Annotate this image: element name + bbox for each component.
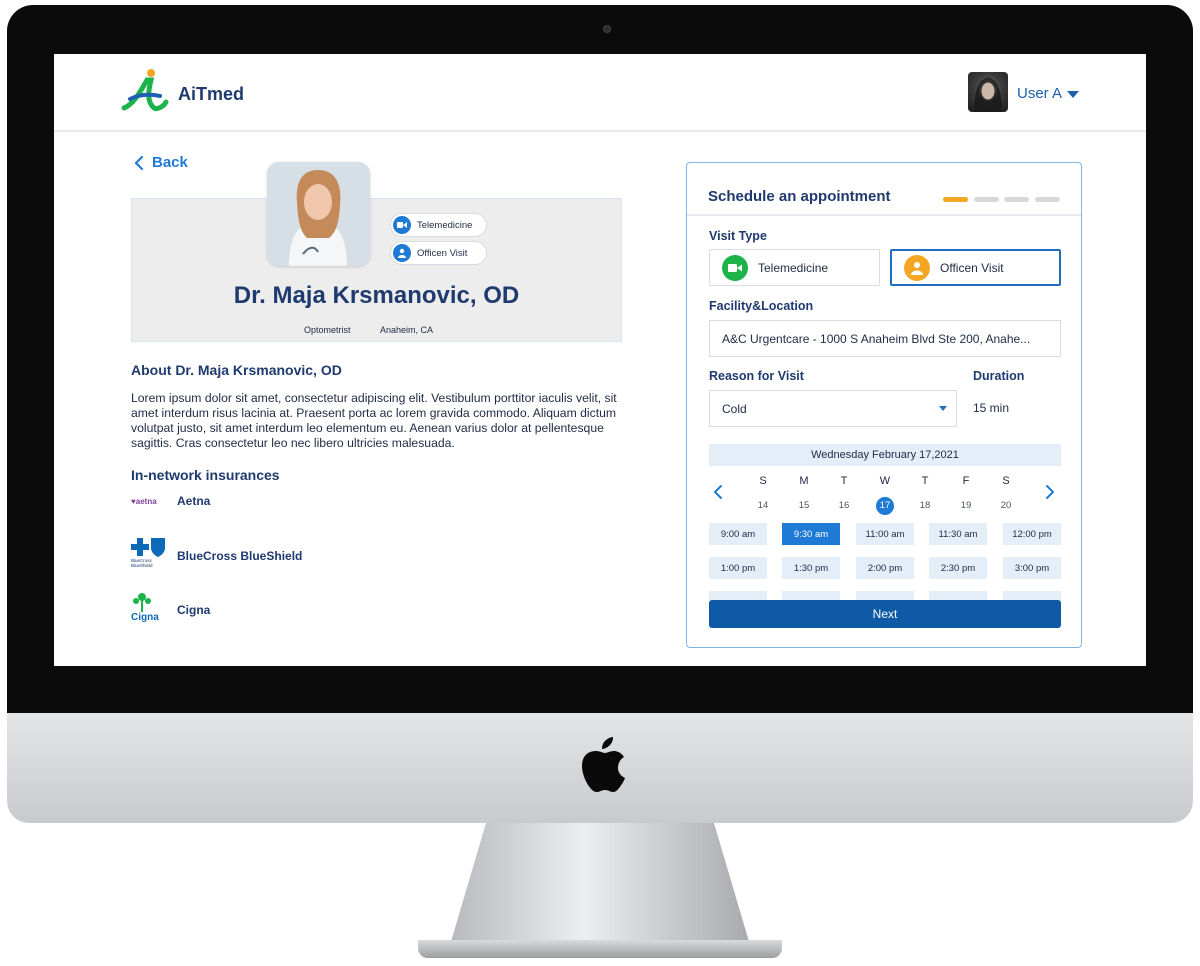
visit-type-label: Visit Type bbox=[709, 229, 767, 243]
reason-label: Reason for Visit bbox=[709, 369, 804, 383]
doctor-specialty: Optometrist bbox=[304, 325, 351, 335]
bcbs-cross-shield-icon bbox=[131, 538, 165, 557]
step-indicator-3 bbox=[1004, 197, 1029, 202]
top-bar: AiTmed User A bbox=[54, 54, 1146, 132]
back-label: Back bbox=[152, 154, 188, 171]
camera-icon bbox=[603, 25, 611, 33]
step-indicator-4 bbox=[1035, 197, 1060, 202]
aitmed-logo-icon bbox=[121, 69, 169, 111]
time-slot[interactable]: 12:00 pm bbox=[1003, 523, 1061, 545]
calendar-day-selected[interactable]: 17 bbox=[876, 497, 894, 515]
telemedicine-badge-label: Telemedicine bbox=[417, 219, 473, 231]
time-slot-partial[interactable] bbox=[929, 591, 987, 600]
avatar-image bbox=[974, 78, 1002, 112]
time-slot-partial[interactable] bbox=[709, 591, 767, 600]
weekday-label: W bbox=[879, 475, 891, 487]
calendar-day[interactable]: 19 bbox=[954, 497, 978, 515]
bcbs-logo: BlueCross BlueShield bbox=[131, 538, 171, 574]
about-text: Lorem ipsum dolor sit amet, consectetur … bbox=[131, 391, 617, 450]
time-slot-partial[interactable] bbox=[856, 591, 914, 600]
calendar-day[interactable]: 20 bbox=[994, 497, 1018, 515]
step-indicator-2 bbox=[974, 197, 999, 202]
reason-for-visit-select[interactable]: Cold bbox=[709, 390, 957, 427]
time-slot-selected[interactable]: 9:30 am bbox=[782, 523, 840, 545]
insurance-item-aetna: ♥ aetna Aetna bbox=[131, 483, 210, 519]
doctor-person-icon bbox=[904, 254, 930, 281]
apple-logo-icon bbox=[582, 737, 625, 792]
time-slot-partial[interactable] bbox=[1003, 591, 1061, 600]
chevron-left-icon bbox=[134, 155, 144, 170]
telemedicine-badge: Telemedicine bbox=[390, 213, 487, 237]
time-slot[interactable]: 9:00 am bbox=[709, 523, 767, 545]
next-button[interactable]: Next bbox=[709, 600, 1061, 628]
visit-option-telemedicine[interactable]: Telemedicine bbox=[709, 249, 880, 286]
schedule-title: Schedule an appointment bbox=[708, 188, 891, 205]
cigna-logo: Cigna bbox=[131, 592, 171, 628]
time-slot[interactable]: 11:00 am bbox=[856, 523, 914, 545]
cigna-tree-icon bbox=[133, 593, 151, 612]
weekday-label: S bbox=[759, 475, 767, 487]
weekday-label: T bbox=[921, 475, 929, 487]
calendar-day[interactable]: 16 bbox=[832, 497, 856, 515]
reason-value: Cold bbox=[722, 401, 747, 416]
video-camera-icon bbox=[393, 216, 411, 234]
weekday-label: T bbox=[840, 475, 848, 487]
doctor-name: Dr. Maja Krsmanovic, OD bbox=[233, 282, 520, 309]
caret-down-icon[interactable] bbox=[1067, 91, 1079, 98]
screen: AiTmed User A Back Telemedicine Officen … bbox=[54, 54, 1146, 666]
selected-date-display: Wednesday February 17,2021 bbox=[709, 444, 1061, 466]
about-title: About Dr. Maja Krsmanovic, OD bbox=[131, 362, 342, 378]
video-camera-icon bbox=[722, 254, 748, 281]
calendar-day[interactable]: 14 bbox=[751, 497, 775, 515]
office-visit-badge-label: Officen Visit bbox=[417, 247, 468, 259]
facility-location-select[interactable]: A&C Urgentcare - 1000 S Anaheim Blvd Ste… bbox=[709, 320, 1061, 357]
monitor-stand bbox=[450, 823, 750, 945]
time-slot[interactable]: 1:30 pm bbox=[782, 557, 840, 579]
weekday-label: F bbox=[962, 475, 970, 487]
insurance-item-bcbs: BlueCross BlueShield BlueCross BlueShiel… bbox=[131, 538, 302, 574]
doctor-photo bbox=[267, 162, 370, 266]
schedule-appointment-panel: Schedule an appointment Visit Type Telem… bbox=[686, 162, 1082, 648]
time-slot[interactable]: 11:30 am bbox=[929, 523, 987, 545]
weekday-label: S bbox=[1002, 475, 1010, 487]
time-slot[interactable]: 3:00 pm bbox=[1003, 557, 1061, 579]
insurance-title: In-network insurances bbox=[131, 467, 280, 483]
doctor-location: Anaheim, CA bbox=[380, 325, 434, 335]
doctor-portrait-image bbox=[267, 162, 370, 266]
aetna-logo: ♥ aetna bbox=[131, 496, 157, 506]
facility-label: Facility&Location bbox=[709, 299, 814, 313]
step-indicator-1 bbox=[943, 197, 968, 202]
insurance-name: Cigna bbox=[177, 603, 211, 617]
insurance-name: BlueCross BlueShield bbox=[177, 549, 303, 563]
time-slot[interactable]: 1:00 pm bbox=[709, 557, 767, 579]
calendar-next-icon[interactable] bbox=[1043, 483, 1057, 501]
caret-down-icon bbox=[939, 406, 947, 411]
calendar-day[interactable]: 15 bbox=[792, 497, 816, 515]
duration-value: 15 min bbox=[973, 401, 1010, 415]
weekday-label: M bbox=[799, 475, 809, 487]
duration-label: Duration bbox=[973, 369, 1025, 383]
back-button[interactable]: Back bbox=[134, 154, 188, 171]
app-logo-text: AiTmed bbox=[178, 84, 245, 104]
time-slot[interactable]: 2:00 pm bbox=[856, 557, 914, 579]
office-visit-badge: Officen Visit bbox=[390, 241, 487, 265]
time-slot-partial[interactable] bbox=[782, 591, 840, 600]
visit-option-label: Telemedicine bbox=[758, 260, 829, 275]
insurance-item-cigna: Cigna Cigna bbox=[131, 592, 210, 628]
user-avatar[interactable] bbox=[968, 72, 1008, 112]
user-name[interactable]: User A bbox=[1017, 85, 1062, 102]
insurance-name: Aetna bbox=[177, 494, 211, 508]
doctor-profile-card bbox=[131, 198, 622, 342]
visit-option-label: Officen Visit bbox=[940, 260, 1004, 275]
calendar-prev-icon[interactable] bbox=[711, 483, 725, 501]
visit-option-office[interactable]: Officen Visit bbox=[890, 249, 1061, 286]
doctor-person-icon bbox=[393, 244, 411, 262]
schedule-header: Schedule an appointment bbox=[687, 163, 1081, 216]
calendar-day[interactable]: 18 bbox=[913, 497, 937, 515]
monitor-foot bbox=[418, 940, 782, 958]
time-slot[interactable]: 2:30 pm bbox=[929, 557, 987, 579]
